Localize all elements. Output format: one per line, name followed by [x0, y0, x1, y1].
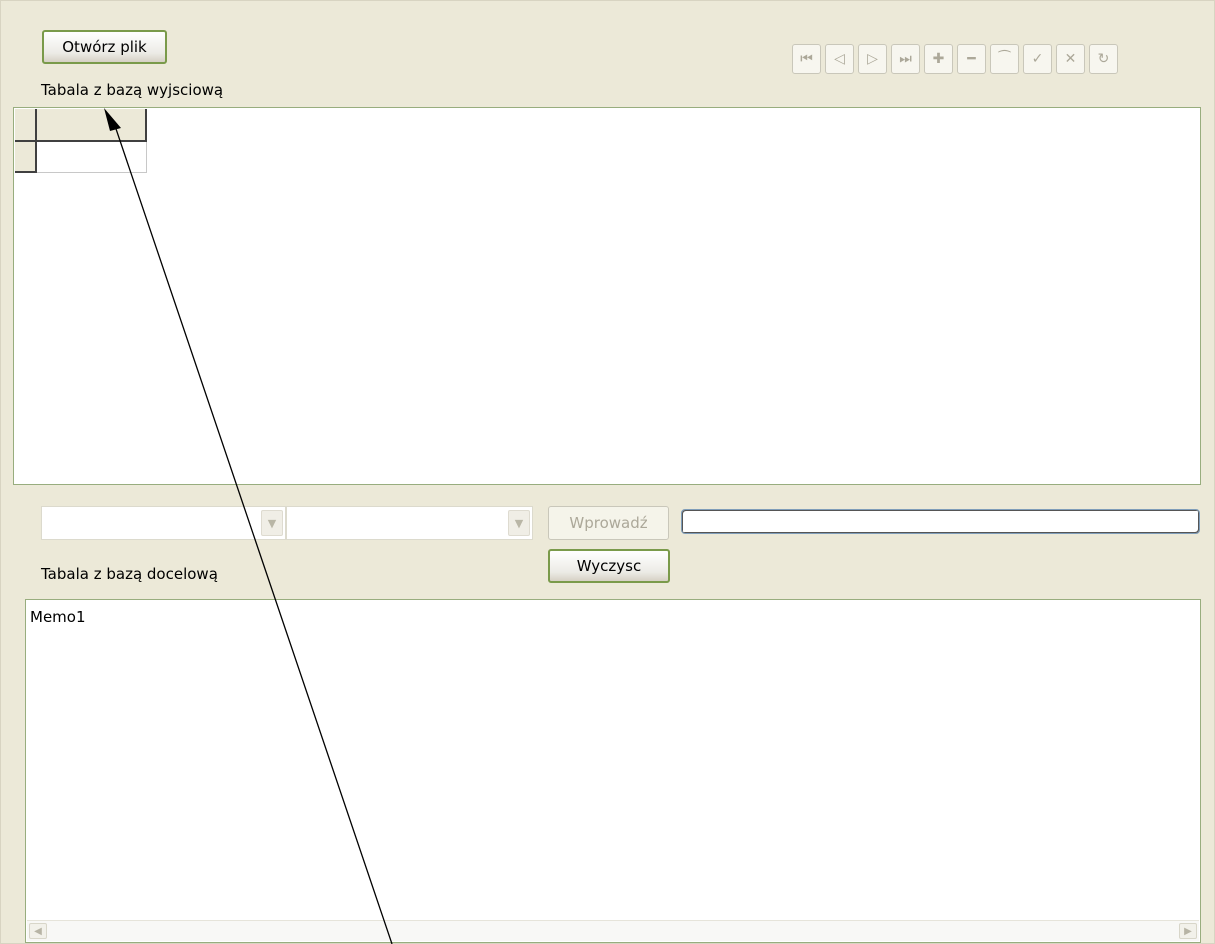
target-field-combo[interactable]: ▼ [286, 506, 533, 540]
source-field-combo[interactable]: ▼ [41, 506, 286, 540]
grid-column-header[interactable] [37, 109, 147, 142]
cancel-edit-icon[interactable]: ✕ [1056, 44, 1085, 74]
chevron-down-icon[interactable]: ▼ [508, 510, 530, 536]
target-memo[interactable]: Memo1 ◀ ▶ [25, 599, 1201, 943]
scroll-right-icon[interactable]: ▶ [1179, 923, 1197, 939]
main-form: Otwórz plik ⏮ ◁ ▷ ⏭ ✚ ━ ⁀ ✓ ✕ ↻ Tabala z bazą wyj… [0, 0, 1215, 944]
open-file-button[interactable]: Otwórz plik [42, 30, 167, 64]
first-record-icon[interactable]: ⏮ [792, 44, 821, 74]
last-record-icon[interactable]: ⏭ [891, 44, 920, 74]
refresh-data-icon[interactable]: ↻ [1089, 44, 1118, 74]
delete-record-icon[interactable]: ━ [957, 44, 986, 74]
chevron-down-icon[interactable]: ▼ [261, 510, 283, 536]
insert-record-icon[interactable]: ✚ [924, 44, 953, 74]
enter-button[interactable]: Wprowadź [548, 506, 669, 540]
edit-record-icon[interactable]: ⁀ [990, 44, 1019, 74]
clear-button[interactable]: Wyczysc [548, 549, 670, 583]
horizontal-scrollbar[interactable]: ◀ ▶ [27, 920, 1199, 941]
target-table-label: Tabala z bazą docelową [41, 565, 218, 583]
post-edit-icon[interactable]: ✓ [1023, 44, 1052, 74]
grid-corner-cell [15, 109, 37, 142]
scroll-left-icon[interactable]: ◀ [29, 923, 47, 939]
value-edit-field[interactable] [681, 509, 1200, 534]
grid-data-cell[interactable] [37, 142, 147, 173]
source-table-label: Tabala z bazą wyjsciową [41, 81, 224, 99]
next-record-icon[interactable]: ▷ [858, 44, 887, 74]
db-navigator: ⏮ ◁ ▷ ⏭ ✚ ━ ⁀ ✓ ✕ ↻ [792, 44, 1118, 74]
source-data-grid[interactable] [13, 107, 1201, 485]
memo-text: Memo1 [30, 608, 86, 626]
grid-row-indicator[interactable] [15, 142, 37, 173]
prior-record-icon[interactable]: ◁ [825, 44, 854, 74]
